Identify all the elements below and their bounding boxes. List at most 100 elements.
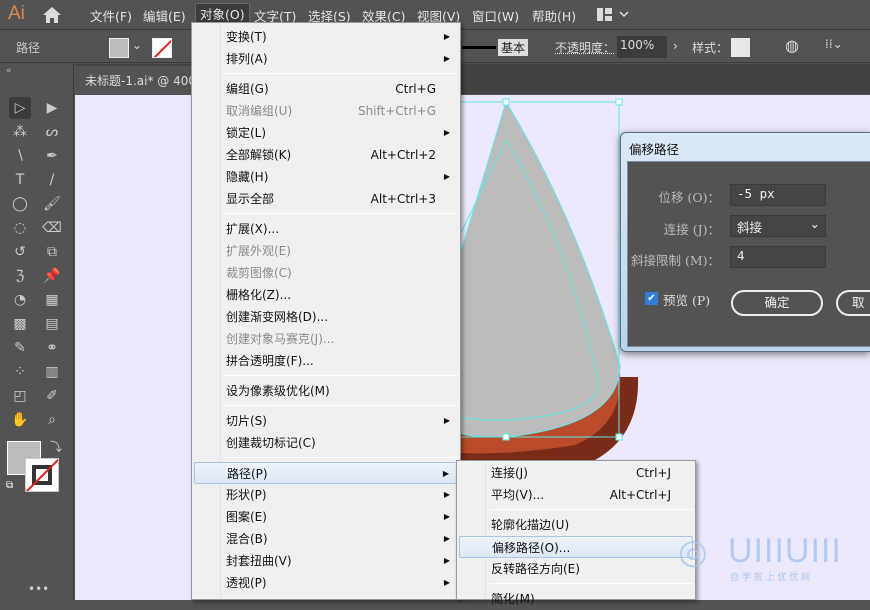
menu-item-label: 平均(V)...	[491, 488, 545, 502]
eraser-tool-icon[interactable]: ⌫	[41, 217, 63, 239]
swap-colors-icon[interactable]: ⤵	[50, 438, 62, 455]
menu-separator	[224, 375, 458, 376]
join-select[interactable]: 斜接 ⌄	[730, 215, 826, 237]
preview-label[interactable]: 预览 (P)	[663, 290, 710, 309]
menu-window[interactable]: 窗口(W)	[470, 6, 521, 25]
menu-item-label: 创建对象马赛克(J)...	[226, 332, 335, 346]
menu-item[interactable]: 全部解锁(K) Alt+Ctrl+2	[194, 144, 458, 166]
slice-tool-icon[interactable]: ✐	[41, 385, 63, 407]
submenu-arrow-icon: ▶	[443, 490, 450, 499]
puppet-warp-tool-icon[interactable]: 📌	[41, 265, 63, 287]
perspective-grid-tool-icon[interactable]: ▦	[41, 289, 63, 311]
menu-item[interactable]: 显示全部 Alt+Ctrl+3	[194, 188, 458, 210]
type-tool-icon[interactable]: T	[9, 169, 31, 191]
magic-wand-tool-icon[interactable]: ⁂	[9, 121, 31, 143]
menu-item[interactable]: 透视(P) ▶	[194, 572, 458, 594]
scale-tool-icon[interactable]: ⧉	[41, 241, 63, 263]
fill-swatch[interactable]	[109, 38, 129, 58]
menu-item[interactable]: 创建对象马赛克(J)...	[194, 328, 458, 350]
stroke-style[interactable]: 基本	[498, 39, 529, 56]
miter-limit-input[interactable]: 4	[730, 246, 826, 268]
watermark: ◎ UIIIUIII 自 学 就 上 优 优 网	[678, 532, 848, 592]
workspace-switcher-icon[interactable]	[597, 8, 631, 22]
menu-item[interactable]: 排列(A) ▶	[194, 48, 458, 70]
eyedropper-tool-icon[interactable]: ✎	[9, 337, 31, 359]
rotate-tool-icon[interactable]: ↺	[9, 241, 31, 263]
cancel-button[interactable]: 取	[836, 290, 870, 316]
preview-checkbox[interactable]: ✔	[645, 292, 658, 305]
menu-item[interactable]: 变换(T) ▶	[194, 26, 458, 48]
collapse-icon[interactable]: «	[6, 66, 12, 76]
column-graph-tool-icon[interactable]: ▥	[41, 361, 63, 383]
menu-separator	[489, 583, 693, 584]
menu-item[interactable]: 裁剪图像(C)	[194, 262, 458, 284]
menu-edit[interactable]: 编辑(E)	[141, 6, 188, 25]
watermark-tagline: 自 学 就 上 优 优 网	[730, 573, 811, 583]
direct-selection-tool-icon[interactable]: ▶	[41, 97, 63, 119]
menu-item[interactable]: 切片(S) ▶	[194, 410, 458, 432]
menu-item[interactable]: 偏移路径(O)...	[459, 536, 693, 558]
style-swatch[interactable]	[731, 38, 750, 57]
menu-item[interactable]: 设为像素级优化(M)	[194, 380, 458, 402]
zoom-tool-icon[interactable]: ⌕	[41, 409, 63, 431]
pen-tool-icon[interactable]: ∖	[9, 145, 31, 167]
menu-item-label: 切片(S)	[226, 414, 267, 428]
menu-item[interactable]: 隐藏(H) ▶	[194, 166, 458, 188]
mesh-tool-icon[interactable]: ▩	[9, 313, 31, 335]
warp-tool-icon[interactable]: ℨ	[9, 265, 31, 287]
recolor-icon[interactable]: ◍	[785, 36, 799, 55]
menu-item[interactable]: 创建渐变网格(D)...	[194, 306, 458, 328]
menu-item[interactable]: 扩展(X)...	[194, 218, 458, 240]
object-menu: 变换(T) ▶ 排列(A) ▶ 编组(G) Ctrl+G 取消编组(U) Shift+Ctrl…	[191, 22, 461, 600]
ellipse-tool-icon[interactable]: ◯	[9, 193, 31, 215]
bounding-box-handle	[615, 433, 623, 441]
menu-item[interactable]: 编组(G) Ctrl+G	[194, 78, 458, 100]
chevron-down-icon[interactable]: ⌄	[132, 38, 142, 52]
stroke-swatch[interactable]	[152, 38, 172, 58]
menu-item[interactable]: 轮廓化描边(U)	[459, 514, 693, 536]
menu-item[interactable]: 创建裁切标记(C)	[194, 432, 458, 454]
menu-file[interactable]: 文件(F)	[88, 6, 134, 25]
menu-item[interactable]: 路径(P) ▶	[194, 462, 458, 484]
curvature-tool-icon[interactable]: ✒	[41, 145, 63, 167]
menu-item-label: 路径(P)	[227, 467, 268, 481]
align-icon[interactable]: ⁞⁞⌄	[825, 37, 843, 51]
shape-builder-tool-icon[interactable]: ◔	[9, 289, 31, 311]
stroke-color-box[interactable]	[25, 458, 59, 492]
menu-item[interactable]: 取消编组(U) Shift+Ctrl+G	[194, 100, 458, 122]
paintbrush-tool-icon[interactable]: 🖌	[41, 193, 63, 215]
menu-item[interactable]: 拼合透明度(F)...	[194, 350, 458, 372]
menu-help[interactable]: 帮助(H)	[530, 6, 578, 25]
opacity-expand-icon[interactable]: ›	[673, 39, 678, 53]
gradient-tool-icon[interactable]: ▤	[41, 313, 63, 335]
symbol-sprayer-tool-icon[interactable]: ⁘	[9, 361, 31, 383]
style-label: 样式：	[692, 41, 729, 55]
menu-item[interactable]: 封套扭曲(V) ▶	[194, 550, 458, 572]
lasso-tool-icon[interactable]: ᔕ	[41, 121, 63, 143]
menu-item[interactable]: 混合(B) ▶	[194, 528, 458, 550]
default-colors-icon[interactable]: ⧉	[6, 480, 13, 491]
menu-item[interactable]: 形状(P) ▶	[194, 484, 458, 506]
menu-item[interactable]: 反转路径方向(E)	[459, 558, 693, 580]
blend-tool-icon[interactable]: ⚭	[41, 337, 63, 359]
shaper-tool-icon[interactable]: ◌	[9, 217, 31, 239]
offset-input[interactable]: -5 px	[730, 184, 826, 206]
more-tools-icon[interactable]: •••	[28, 582, 49, 596]
menu-item[interactable]: 连接(J) Ctrl+J	[459, 462, 693, 484]
menu-item-label: 设为像素级优化(M)	[226, 384, 330, 398]
menu-item[interactable]: 简化(M)	[459, 588, 693, 610]
chevron-down-icon: ⌄	[809, 216, 820, 231]
menu-item[interactable]: 扩展外观(E)	[194, 240, 458, 262]
menu-item[interactable]: 平均(V)... Alt+Ctrl+J	[459, 484, 693, 506]
artboard-tool-icon[interactable]: ◰	[9, 385, 31, 407]
menu-item-label: 反转路径方向(E)	[491, 562, 580, 576]
menu-item[interactable]: 锁定(L) ▶	[194, 122, 458, 144]
hand-tool-icon[interactable]: ✋	[9, 409, 31, 431]
opacity-input[interactable]: 100%	[617, 36, 667, 58]
selection-tool-icon[interactable]: ▷	[9, 97, 31, 119]
line-tool-icon[interactable]: /	[41, 169, 63, 191]
home-icon[interactable]	[42, 6, 62, 24]
ok-button[interactable]: 确定	[731, 290, 823, 316]
menu-item[interactable]: 图案(E) ▶	[194, 506, 458, 528]
menu-item[interactable]: 栅格化(Z)...	[194, 284, 458, 306]
